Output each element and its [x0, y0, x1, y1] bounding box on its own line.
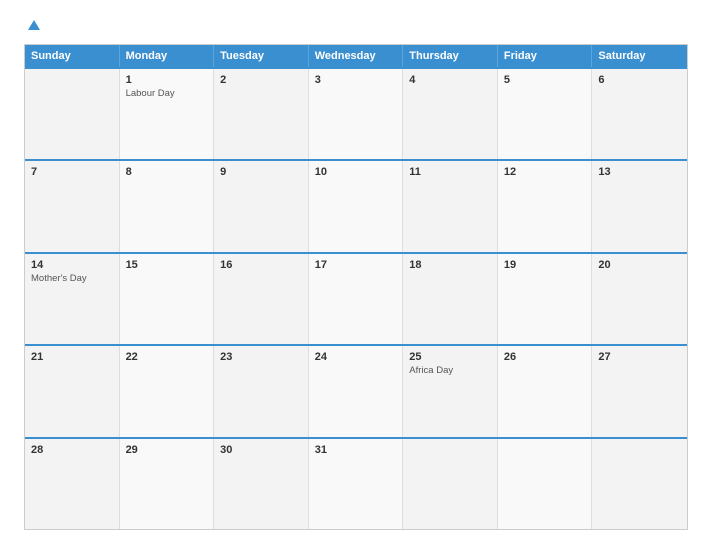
day-header-tuesday: Tuesday [214, 45, 309, 67]
day-number: 1 [126, 74, 208, 86]
day-number: 4 [409, 74, 491, 86]
day-cell: 17 [309, 254, 404, 344]
day-cell [498, 439, 593, 529]
day-number: 23 [220, 351, 302, 363]
day-header-thursday: Thursday [403, 45, 498, 67]
day-number: 11 [409, 166, 491, 178]
day-cell: 8 [120, 161, 215, 251]
day-number: 15 [126, 259, 208, 271]
day-number: 30 [220, 444, 302, 456]
day-number: 5 [504, 74, 586, 86]
header [24, 20, 688, 30]
day-cell: 25 Africa Day [403, 346, 498, 436]
holiday-label: Mother's Day [31, 273, 113, 284]
day-cell: 30 [214, 439, 309, 529]
day-cell: 31 [309, 439, 404, 529]
day-number: 19 [504, 259, 586, 271]
day-number: 8 [126, 166, 208, 178]
day-cell: 26 [498, 346, 593, 436]
logo [24, 20, 40, 30]
day-cell: 3 [309, 69, 404, 159]
day-number: 6 [598, 74, 681, 86]
day-cell: 20 [592, 254, 687, 344]
day-number: 12 [504, 166, 586, 178]
holiday-label: Labour Day [126, 88, 208, 99]
logo-triangle-icon [28, 20, 40, 30]
day-cell [403, 439, 498, 529]
day-cell: 14 Mother's Day [25, 254, 120, 344]
logo-blue-text [24, 20, 40, 30]
week-row-2: 7 89 10 11 12 13 [25, 159, 687, 251]
day-cell: 13 [592, 161, 687, 251]
week-row-1: 1 Labour Day 2 34 56 [25, 67, 687, 159]
day-cell: 2 [214, 69, 309, 159]
day-cell: 1 Labour Day [120, 69, 215, 159]
day-cell: 19 [498, 254, 593, 344]
day-cell: 5 [498, 69, 593, 159]
day-number: 31 [315, 444, 397, 456]
day-cell [25, 69, 120, 159]
day-cell: 28 [25, 439, 120, 529]
day-header-monday: Monday [120, 45, 215, 67]
day-number: 9 [220, 166, 302, 178]
day-number: 27 [598, 351, 681, 363]
day-cell: 9 [214, 161, 309, 251]
day-cell: 11 [403, 161, 498, 251]
day-cell: 12 [498, 161, 593, 251]
day-number: 21 [31, 351, 113, 363]
day-cell: 22 [120, 346, 215, 436]
day-header-sunday: Sunday [25, 45, 120, 67]
calendar-page: SundayMondayTuesdayWednesdayThursdayFrid… [0, 0, 712, 550]
day-number: 29 [126, 444, 208, 456]
day-number: 25 [409, 351, 491, 363]
day-cell: 21 [25, 346, 120, 436]
day-cell: 7 [25, 161, 120, 251]
day-number: 18 [409, 259, 491, 271]
week-row-4: 21 22 23 24 25 Africa Day 26 27 [25, 344, 687, 436]
day-header-saturday: Saturday [592, 45, 687, 67]
day-number: 22 [126, 351, 208, 363]
day-cell: 24 [309, 346, 404, 436]
day-number: 13 [598, 166, 681, 178]
calendar-grid: SundayMondayTuesdayWednesdayThursdayFrid… [24, 44, 688, 530]
day-number: 20 [598, 259, 681, 271]
day-number: 3 [315, 74, 397, 86]
day-cell: 29 [120, 439, 215, 529]
day-number: 7 [31, 166, 113, 178]
day-cell: 23 [214, 346, 309, 436]
week-row-5: 28 29 30 31 [25, 437, 687, 529]
day-number: 26 [504, 351, 586, 363]
day-number: 14 [31, 259, 113, 271]
day-number: 17 [315, 259, 397, 271]
day-cell: 15 [120, 254, 215, 344]
holiday-label: Africa Day [409, 365, 491, 376]
day-header-friday: Friday [498, 45, 593, 67]
day-cell: 10 [309, 161, 404, 251]
day-header-wednesday: Wednesday [309, 45, 404, 67]
day-number: 24 [315, 351, 397, 363]
day-headers-row: SundayMondayTuesdayWednesdayThursdayFrid… [25, 45, 687, 67]
week-row-3: 14 Mother's Day 15 16 17 18 19 20 [25, 252, 687, 344]
day-cell: 6 [592, 69, 687, 159]
day-cell: 27 [592, 346, 687, 436]
day-number: 2 [220, 74, 302, 86]
day-number: 10 [315, 166, 397, 178]
day-cell: 4 [403, 69, 498, 159]
day-cell: 18 [403, 254, 498, 344]
day-cell: 16 [214, 254, 309, 344]
weeks-container: 1Labour Day234567891011121314Mother's Da… [25, 67, 687, 529]
day-number: 28 [31, 444, 113, 456]
day-number: 16 [220, 259, 302, 271]
day-cell [592, 439, 687, 529]
